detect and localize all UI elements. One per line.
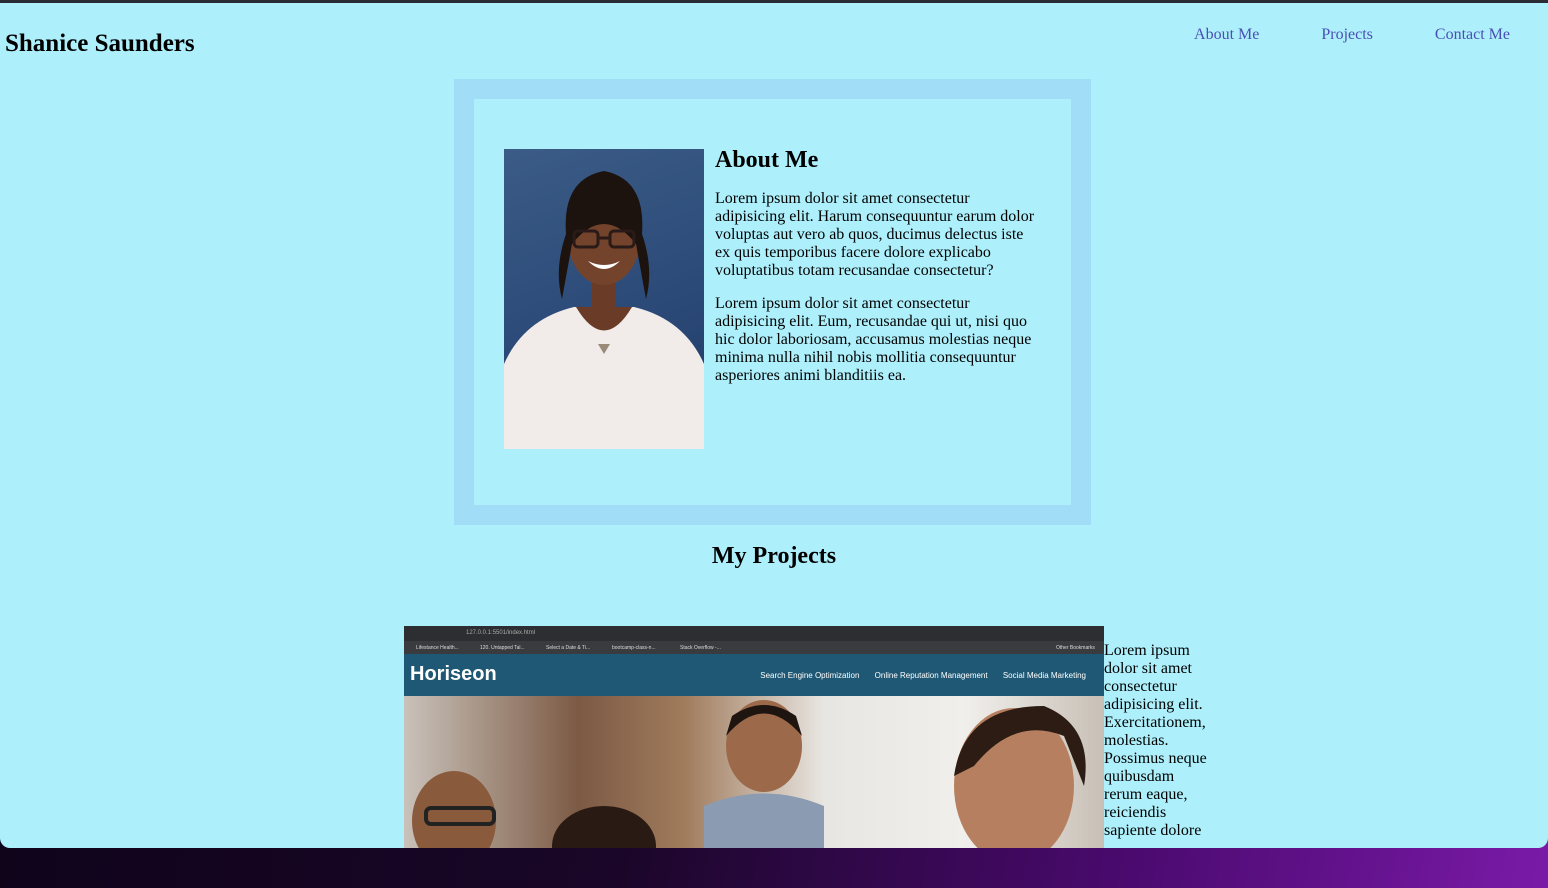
about-heading: About Me [715, 147, 819, 173]
screenshot-site-header: Horiseon Search Engine Optimization Onli… [404, 654, 1104, 696]
screenshot-bookmark: Lifestance Health... [416, 645, 459, 651]
screenshot-url: 127.0.0.1:5501/index.html [466, 630, 536, 636]
screenshot-nav-item: Online Reputation Management [874, 671, 988, 680]
project-screenshot[interactable]: 127.0.0.1:5501/index.html Lifestance Hea… [404, 626, 1104, 848]
screenshot-bookmark: Stack Overflow -... [680, 645, 721, 651]
project-description: Lorem ipsum dolor sit amet consectetur a… [1104, 642, 1207, 839]
nav-contact-me[interactable]: Contact Me [1435, 26, 1510, 44]
browser-window: Shanice Saunders About Me Projects Conta… [0, 0, 1548, 848]
screenshot-bookmark: bootcamp-class-n... [612, 645, 656, 651]
screenshot-hero-image [404, 696, 1104, 848]
nav-projects[interactable]: Projects [1321, 26, 1373, 44]
horiseon-logo: Horiseon [410, 663, 497, 685]
projects-heading: My Projects [711, 543, 837, 569]
about-card: About Me Lorem ipsum dolor sit amet cons… [474, 99, 1071, 505]
screenshot-bookmarks-bar: Lifestance Health... 120. Untapped Tal..… [404, 641, 1104, 654]
hero-people-illustration [412, 700, 1086, 848]
about-paragraph-2: Lorem ipsum dolor sit amet consectetur a… [715, 295, 1032, 384]
site-title: Shanice Saunders [5, 30, 195, 57]
screenshot-nav-item: Social Media Marketing [1002, 671, 1086, 680]
about-text: About Me Lorem ipsum dolor sit amet cons… [715, 147, 1040, 400]
about-paragraph-1: Lorem ipsum dolor sit amet consectetur a… [715, 190, 1035, 279]
screenshot-browser-bar: 127.0.0.1:5501/index.html [404, 626, 1104, 641]
screenshot-nav: Search Engine Optimization Online Reputa… [747, 671, 1086, 680]
nav-about-me[interactable]: About Me [1194, 26, 1259, 44]
screenshot-bookmark: Other Bookmarks [1056, 645, 1095, 651]
about-section: About Me Lorem ipsum dolor sit amet cons… [454, 79, 1091, 525]
profile-photo [504, 149, 704, 449]
screenshot-bookmark: 120. Untapped Tal... [480, 645, 525, 651]
screenshot-nav-item: Search Engine Optimization [760, 671, 860, 680]
profile-photo-illustration [504, 171, 704, 449]
main-nav: About Me Projects Contact Me [1170, 26, 1548, 44]
screenshot-bookmark: Select a Date & Ti... [546, 645, 591, 651]
